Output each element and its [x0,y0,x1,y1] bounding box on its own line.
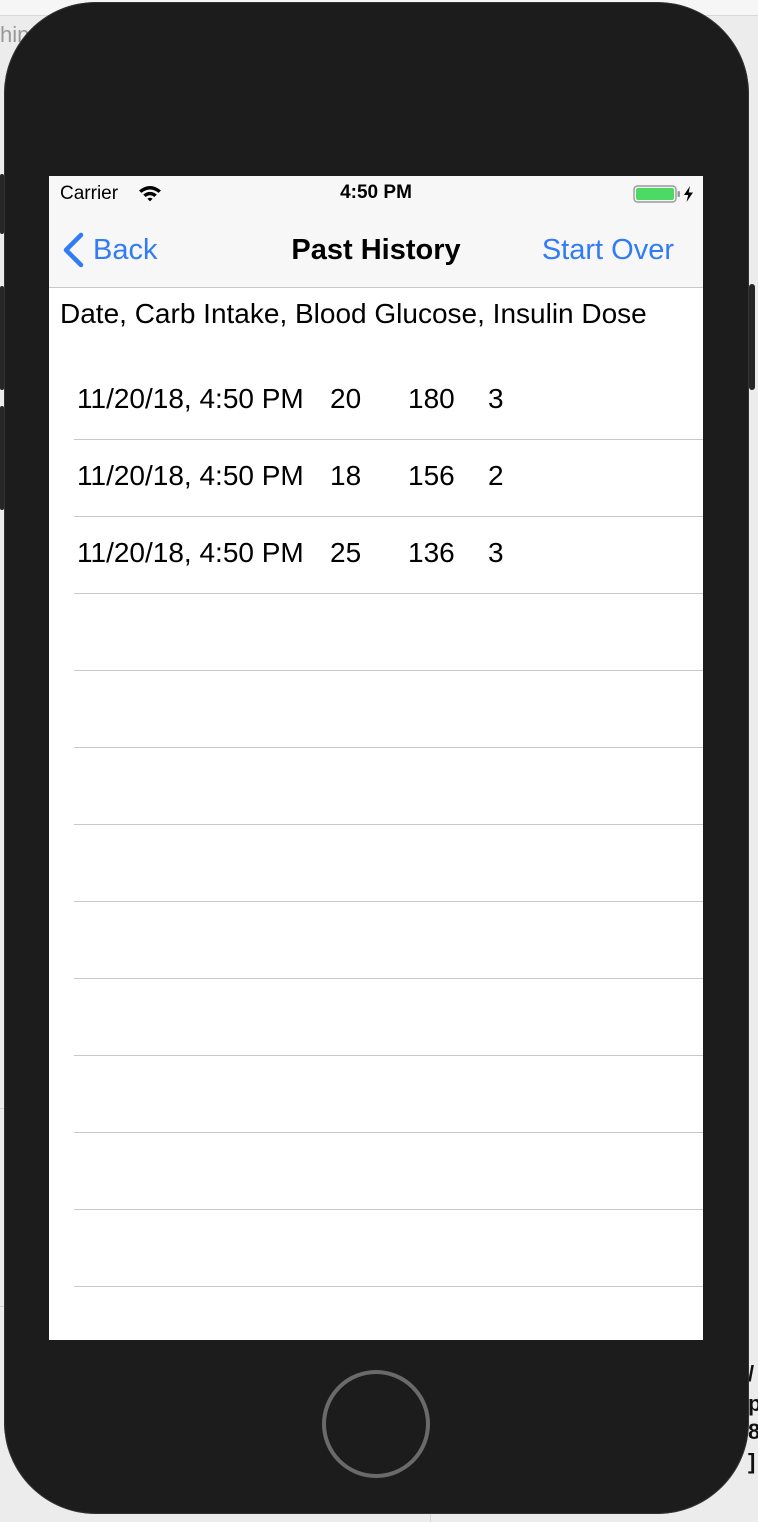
table-row-empty[interactable] [49,1056,703,1133]
entry-date: 11/20/18, 4:50 PM [77,537,304,568]
entry-date: 11/20/18, 4:50 PM [77,460,304,491]
table-row[interactable]: 11/20/18, 4:50 PM 18 156 2 [49,440,703,517]
table-row-empty[interactable] [49,594,703,671]
device-screen: Carrier 4:50 PM Back Past History Start … [49,176,703,1340]
start-over-button[interactable]: Start Over [542,234,674,267]
entry-carb-intake: 20 [330,383,362,414]
volume-down-button[interactable] [0,406,4,510]
entry-date: 11/20/18, 4:50 PM [77,383,304,414]
entry-carb-intake: 18 [330,460,362,491]
desktop-text: p [748,1391,758,1416]
table-row[interactable]: 11/20/18, 4:50 PM 20 180 3 [49,363,703,440]
entry-blood-glucose: 156 [408,460,455,491]
entry-insulin-dose: 3 [488,537,504,568]
entry-insulin-dose: 3 [488,383,504,414]
column-header-label: Date, Carb Intake, Blood Glucose, Insuli… [60,298,647,329]
volume-up-button[interactable] [0,286,4,390]
battery-charging-icon [633,185,693,203]
mute-switch [0,174,4,234]
table-row-empty[interactable] [49,1210,703,1287]
table-row[interactable]: 11/20/18, 4:50 PM 25 136 3 [49,517,703,594]
entry-blood-glucose: 180 [408,383,455,414]
status-time: 4:50 PM [340,182,412,203]
table-row-empty[interactable] [49,825,703,902]
entry-insulin-dose: 2 [488,460,504,491]
table-row-empty[interactable] [49,902,703,979]
power-button[interactable] [749,284,755,390]
table-row-empty[interactable] [49,1133,703,1210]
history-table[interactable]: 11/20/18, 4:50 PM 20 180 3 11/20/18, 4:5… [49,363,703,1287]
desktop-divider [430,1514,431,1522]
desktop-text: ] [748,1449,756,1474]
table-row-empty[interactable] [49,979,703,1056]
desktop-text: 8 [748,1419,758,1444]
navigation-bar: Back Past History Start Over [49,212,703,288]
status-bar: Carrier 4:50 PM [49,176,703,212]
table-row-empty[interactable] [49,671,703,748]
table-row-empty[interactable] [49,748,703,825]
entry-carb-intake: 25 [330,537,362,568]
entry-blood-glucose: 136 [408,537,455,568]
home-button-icon[interactable] [322,1370,430,1478]
